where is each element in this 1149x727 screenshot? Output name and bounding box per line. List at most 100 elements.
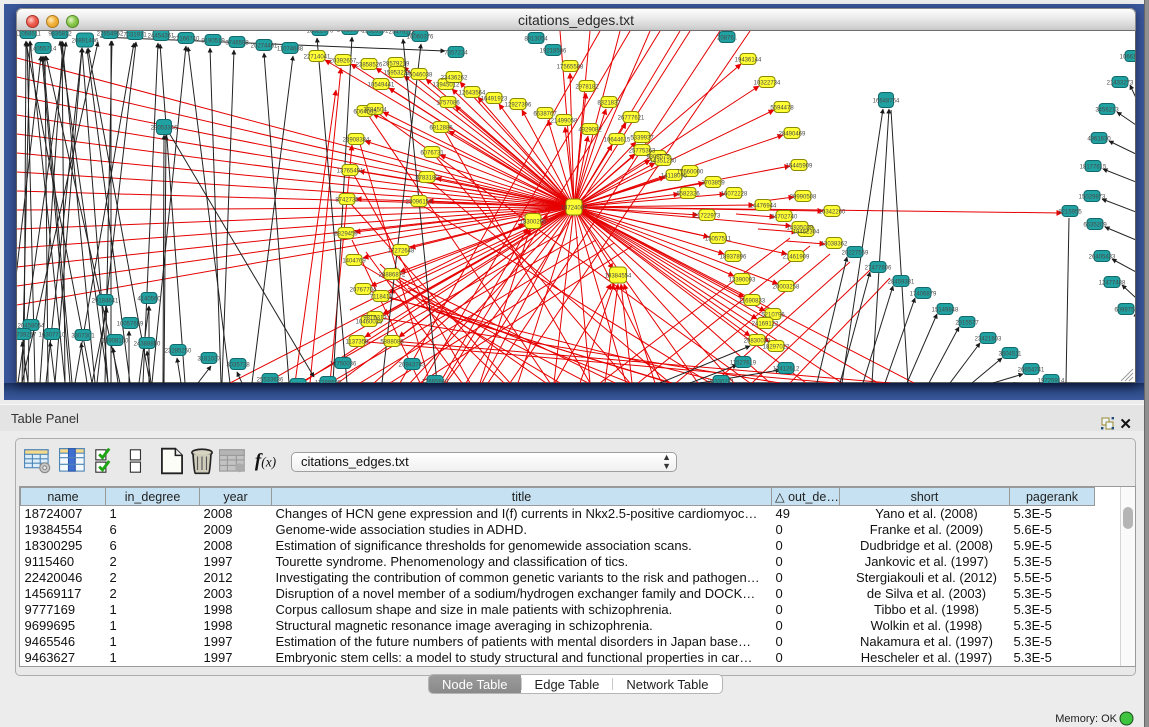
svg-text:28886872: 28886872 (379, 273, 406, 279)
svg-text:14351230: 14351230 (650, 159, 677, 165)
svg-text:15149848: 15149848 (932, 308, 959, 314)
svg-text:5594478: 5594478 (770, 106, 794, 112)
svg-text:8783180: 8783180 (415, 176, 439, 182)
svg-text:15057511: 15057511 (705, 237, 732, 243)
svg-text:17406879: 17406879 (910, 292, 937, 298)
svg-text:13945012: 13945012 (433, 83, 460, 89)
svg-text:23096153: 23096153 (406, 200, 433, 206)
svg-text:11058511: 11058511 (17, 32, 42, 38)
svg-text:23436262: 23436262 (441, 76, 468, 82)
svg-text:21433273: 21433273 (1107, 81, 1134, 87)
svg-text:8742735: 8742735 (335, 198, 359, 204)
svg-text:12927396: 12927396 (505, 103, 532, 109)
svg-text:6535209: 6535209 (1083, 223, 1107, 229)
svg-text:11690833: 11690833 (739, 299, 766, 305)
svg-text:17613348: 17613348 (337, 31, 364, 34)
svg-text:2315577: 2315577 (955, 321, 979, 327)
svg-text:27739257: 27739257 (17, 333, 37, 339)
svg-text:6076731: 6076731 (420, 151, 444, 157)
svg-text:21722973: 21722973 (694, 214, 721, 220)
svg-text:11527619: 11527619 (730, 361, 757, 367)
svg-text:3604511: 3604511 (999, 352, 1023, 358)
svg-text:16648764: 16648764 (873, 99, 900, 105)
svg-text:22714041: 22714041 (304, 55, 331, 61)
svg-text:16307710: 16307710 (39, 333, 66, 339)
svg-text:10342260: 10342260 (819, 210, 846, 216)
svg-text:1404769: 1404769 (342, 259, 366, 265)
svg-text:10322734: 10322734 (754, 81, 781, 87)
svg-text:19218506: 19218506 (540, 49, 567, 55)
svg-text:5888088: 5888088 (380, 340, 404, 346)
svg-text:28579219: 28579219 (383, 62, 410, 68)
svg-text:29990508: 29990508 (790, 195, 817, 201)
svg-text:3703859: 3703859 (701, 181, 725, 187)
svg-text:3456213: 3456213 (1095, 108, 1119, 114)
svg-text:13038362: 13038362 (821, 242, 848, 248)
svg-text:24454361: 24454361 (148, 34, 175, 40)
svg-text:6912885: 6912885 (429, 126, 453, 132)
svg-text:27166740: 27166740 (173, 37, 200, 43)
svg-text:7118411: 7118411 (370, 295, 393, 301)
svg-text:3746598: 3746598 (225, 41, 249, 47)
svg-text:8813054: 8813054 (524, 37, 548, 43)
svg-text:24538166: 24538166 (285, 383, 312, 384)
svg-text:9190519: 9190519 (201, 39, 225, 45)
svg-text:10661588: 10661588 (1120, 55, 1135, 61)
svg-text:8829459: 8829459 (334, 232, 358, 238)
svg-text:26777621: 26777621 (618, 116, 645, 122)
svg-text:13765491: 13765491 (337, 169, 364, 175)
svg-text:12412612: 12412612 (773, 367, 800, 373)
svg-text:24388850: 24388850 (134, 342, 161, 348)
svg-text:29053346: 29053346 (151, 126, 178, 132)
svg-text:20458054: 20458054 (18, 324, 45, 330)
svg-text:18724007: 18724007 (561, 206, 588, 212)
svg-text:20767704: 20767704 (350, 288, 377, 294)
svg-text:10549441: 10549441 (368, 83, 395, 89)
svg-text:20227559: 20227559 (842, 251, 869, 257)
svg-text:21499058: 21499058 (551, 119, 578, 125)
svg-text:7031971: 7031971 (123, 33, 147, 39)
svg-text:18300295: 18300295 (520, 220, 547, 226)
svg-text:26405433: 26405433 (1089, 255, 1116, 261)
svg-text:25533636: 25533636 (257, 378, 284, 384)
svg-text:20392657: 20392657 (330, 59, 357, 65)
svg-text:13390093: 13390093 (729, 278, 756, 284)
svg-text:20891406: 20891406 (72, 39, 99, 45)
svg-text:1757086: 1757086 (436, 101, 460, 107)
svg-text:15029873: 15029873 (1079, 195, 1106, 201)
svg-text:12750036: 12750036 (330, 362, 357, 368)
svg-text:15445909: 15445909 (786, 164, 813, 170)
svg-text:18622670: 18622670 (307, 31, 334, 35)
svg-text:23285250: 23285250 (165, 349, 192, 355)
svg-text:14055714: 14055714 (30, 47, 57, 53)
svg-text:4961630: 4961630 (1087, 137, 1111, 143)
svg-text:19384554: 19384554 (605, 274, 632, 280)
svg-text:19436144: 19436144 (735, 58, 762, 64)
svg-text:17565588: 17565588 (557, 65, 584, 71)
svg-text:6638767: 6638767 (533, 112, 557, 118)
svg-text:11074688: 11074688 (277, 47, 304, 53)
svg-text:12525131: 12525131 (362, 31, 389, 35)
svg-text:3035728: 3035728 (226, 363, 250, 369)
svg-text:2978182: 2978182 (575, 85, 599, 91)
svg-text:28490469: 28490469 (779, 132, 806, 138)
svg-text:16060376: 16060376 (407, 35, 434, 41)
svg-text:16908100: 16908100 (102, 339, 129, 345)
svg-text:17665640: 17665640 (422, 380, 449, 384)
svg-text:8321837: 8321837 (597, 101, 621, 107)
svg-text:20003258: 20003258 (773, 285, 800, 291)
svg-text:6099754: 6099754 (1114, 308, 1135, 314)
svg-text:20876..: 20876.. (717, 36, 737, 42)
svg-text:20274461: 20274461 (251, 44, 278, 50)
svg-text:7357224: 7357224 (444, 51, 468, 57)
svg-text:19725914: 19725914 (1038, 379, 1065, 384)
svg-text:6582326: 6582326 (676, 192, 700, 198)
svg-text:10644615: 10644615 (604, 138, 631, 144)
svg-text:24702740: 24702740 (771, 215, 798, 221)
svg-text:3307301: 3307301 (71, 334, 95, 340)
svg-text:18297022: 18297022 (763, 345, 790, 351)
svg-text:26654741: 26654741 (1018, 368, 1045, 374)
svg-text:27654952: 27654952 (97, 32, 124, 38)
svg-text:4929082: 4929082 (578, 128, 602, 134)
svg-text:18937896: 18937896 (720, 255, 747, 261)
